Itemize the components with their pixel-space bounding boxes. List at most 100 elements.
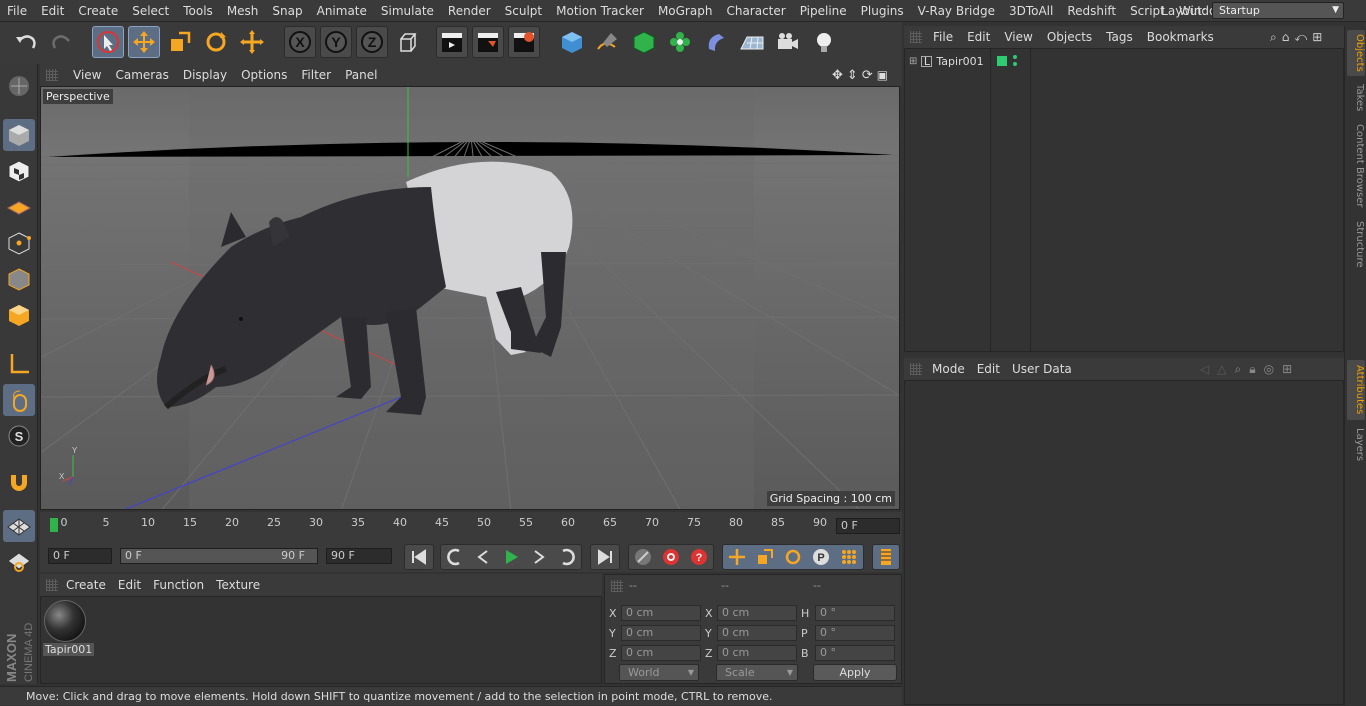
go-to-end-button[interactable] bbox=[592, 545, 618, 569]
attribute-menu-mode[interactable]: Mode bbox=[926, 362, 971, 376]
frame-range-slider[interactable]: 0 F 90 F bbox=[120, 548, 318, 564]
new-window-icon[interactable]: ⊞ bbox=[1312, 30, 1322, 44]
end-frame-field[interactable]: 90 F bbox=[326, 548, 392, 564]
menu-3dtoall[interactable]: 3DToAll bbox=[1002, 0, 1060, 22]
object-menu-objects[interactable]: Objects bbox=[1040, 30, 1099, 44]
object-menu-view[interactable]: View bbox=[997, 30, 1039, 44]
material-menu-create[interactable]: Create bbox=[60, 578, 112, 592]
transform-tool-button[interactable] bbox=[236, 26, 268, 58]
viewport-menu-panel[interactable]: Panel bbox=[338, 68, 384, 82]
position-field[interactable]: 0 cm bbox=[621, 645, 701, 661]
workplane-mode-button[interactable] bbox=[3, 191, 35, 223]
viewport-menu-display[interactable]: Display bbox=[176, 68, 234, 82]
editor-visibility-dot[interactable] bbox=[1013, 55, 1017, 59]
render-settings-button[interactable] bbox=[508, 26, 540, 58]
viewport-menu-cameras[interactable]: Cameras bbox=[108, 68, 175, 82]
next-key-button[interactable] bbox=[554, 545, 580, 569]
add-camera-button[interactable] bbox=[772, 26, 804, 58]
menu-pipeline[interactable]: Pipeline bbox=[793, 0, 854, 22]
tab-content-browser[interactable]: Content Browser bbox=[1347, 120, 1365, 212]
material-menu-texture[interactable]: Texture bbox=[210, 578, 266, 592]
menu-mesh[interactable]: Mesh bbox=[220, 0, 266, 22]
arrow-up-icon[interactable]: △ bbox=[1217, 362, 1226, 376]
add-environment-button[interactable] bbox=[736, 26, 768, 58]
size-mode-dropdown[interactable]: Scale ▼ bbox=[716, 664, 798, 681]
attribute-menu-edit[interactable]: Edit bbox=[971, 362, 1006, 376]
search-icon[interactable]: ⌕ bbox=[1234, 362, 1241, 377]
add-spline-button[interactable] bbox=[592, 26, 624, 58]
menu-tools[interactable]: Tools bbox=[176, 0, 220, 22]
make-editable-button[interactable] bbox=[3, 70, 35, 102]
autokeying-button[interactable] bbox=[658, 545, 684, 569]
object-menu-tags[interactable]: Tags bbox=[1099, 30, 1140, 44]
workplane-lock-button[interactable] bbox=[3, 510, 35, 542]
key-position-button[interactable] bbox=[724, 545, 750, 569]
menu-render[interactable]: Render bbox=[441, 0, 498, 22]
menu-create[interactable]: Create bbox=[71, 0, 125, 22]
menu-animate[interactable]: Animate bbox=[310, 0, 374, 22]
perspective-viewport[interactable]: Y X Perspective Grid Spacing : 100 cm bbox=[40, 86, 900, 510]
menu-redshift[interactable]: Redshift bbox=[1060, 0, 1123, 22]
record-active-objects-button[interactable] bbox=[630, 545, 656, 569]
attribute-menu-user-data[interactable]: User Data bbox=[1006, 362, 1078, 376]
menu-character[interactable]: Character bbox=[719, 0, 792, 22]
next-frame-button[interactable] bbox=[526, 545, 552, 569]
y-axis-lock-button[interactable]: Y bbox=[320, 26, 352, 58]
coordinate-space-dropdown[interactable]: World ▼ bbox=[619, 664, 699, 681]
menu-mograph[interactable]: MoGraph bbox=[651, 0, 720, 22]
viewport-menu-filter[interactable]: Filter bbox=[294, 68, 338, 82]
viewport-menu-view[interactable]: View bbox=[66, 68, 108, 82]
position-field[interactable]: 0 cm bbox=[621, 605, 701, 621]
tab-layers[interactable]: Layers bbox=[1347, 424, 1365, 462]
lock-icon[interactable]: 🔒︎ bbox=[1249, 362, 1255, 377]
previous-frame-button[interactable] bbox=[470, 545, 496, 569]
menu-sculpt[interactable]: Sculpt bbox=[498, 0, 549, 22]
add-cube-button[interactable] bbox=[556, 26, 588, 58]
size-field[interactable]: 0 cm bbox=[717, 625, 797, 641]
size-field[interactable]: 0 cm bbox=[717, 605, 797, 621]
key-scale-button[interactable] bbox=[752, 545, 778, 569]
object-menu-edit[interactable]: Edit bbox=[960, 30, 997, 44]
object-name[interactable]: Tapir001 bbox=[936, 55, 983, 68]
zoom-view-icon[interactable]: ⇕ bbox=[847, 68, 858, 83]
scale-tool-button[interactable] bbox=[164, 26, 196, 58]
object-row[interactable]: ⊞ L Tapir001 bbox=[909, 53, 984, 70]
expand-icon[interactable]: ⊞ bbox=[909, 56, 917, 67]
render-to-picture-viewer-button[interactable] bbox=[472, 26, 504, 58]
live-selection-button[interactable] bbox=[92, 26, 124, 58]
playhead-marker[interactable] bbox=[50, 518, 58, 532]
go-to-start-button[interactable] bbox=[406, 545, 432, 569]
timeline-window-button[interactable] bbox=[873, 545, 899, 569]
points-mode-button[interactable] bbox=[3, 227, 35, 259]
viewport-menu-options[interactable]: Options bbox=[234, 68, 294, 82]
rotation-field[interactable]: 0 ° bbox=[815, 605, 895, 621]
search-icon[interactable]: ⌕ bbox=[1270, 30, 1277, 45]
solo-mode-button[interactable]: S bbox=[3, 420, 35, 452]
edges-mode-button[interactable] bbox=[3, 263, 35, 295]
back-icon[interactable]: ⤺ bbox=[1294, 30, 1307, 45]
add-deformer-button[interactable] bbox=[700, 26, 732, 58]
previous-key-button[interactable] bbox=[442, 545, 468, 569]
target-icon[interactable]: ◎ bbox=[1264, 362, 1274, 376]
tab-objects[interactable]: Objects bbox=[1347, 30, 1365, 76]
add-mograph-button[interactable] bbox=[664, 26, 696, 58]
material-menu-edit[interactable]: Edit bbox=[112, 578, 147, 592]
material-name[interactable]: Tapir001 bbox=[43, 643, 95, 656]
tab-takes[interactable]: Takes bbox=[1347, 80, 1365, 116]
layer-color-swatch[interactable] bbox=[997, 56, 1007, 66]
start-frame-field[interactable]: 0 F bbox=[48, 548, 112, 564]
maximize-view-icon[interactable]: ▣ bbox=[877, 68, 888, 82]
material-thumbnail[interactable] bbox=[44, 600, 86, 642]
key-point-level-button[interactable] bbox=[836, 545, 862, 569]
key-parameter-button[interactable]: P bbox=[808, 545, 834, 569]
menu-simulate[interactable]: Simulate bbox=[374, 0, 441, 22]
material-menu-function[interactable]: Function bbox=[147, 578, 210, 592]
keyframe-selection-button[interactable]: ? bbox=[686, 545, 712, 569]
menu-motion-tracker[interactable]: Motion Tracker bbox=[549, 0, 651, 22]
menu-edit[interactable]: Edit bbox=[34, 0, 71, 22]
tab-attributes[interactable]: Attributes bbox=[1347, 360, 1365, 420]
snapping-button[interactable] bbox=[3, 466, 35, 498]
position-field[interactable]: 0 cm bbox=[621, 625, 701, 641]
redo-button[interactable] bbox=[46, 26, 78, 58]
axis-mode-button[interactable] bbox=[3, 348, 35, 380]
